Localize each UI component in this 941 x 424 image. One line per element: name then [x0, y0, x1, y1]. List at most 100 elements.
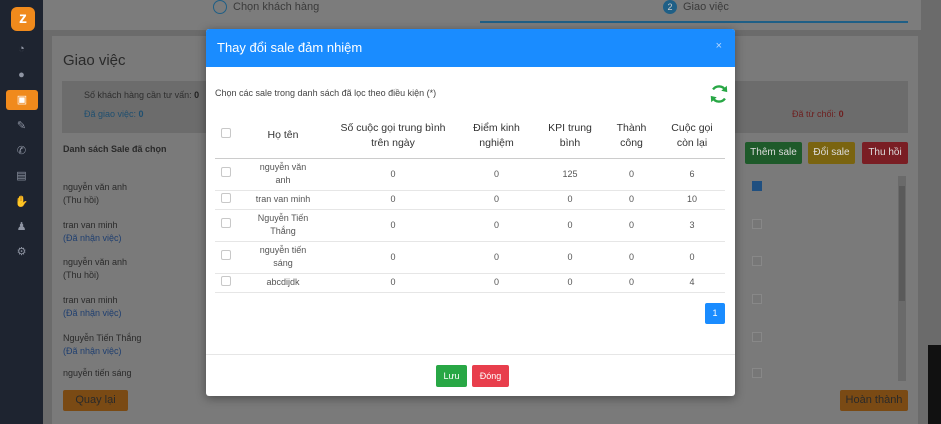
row-checkbox[interactable] [221, 250, 231, 260]
select-cell [215, 158, 237, 191]
cell-calls-per-day: 0 [329, 273, 457, 293]
list-item: tran van minh (Đã nhận việc) [63, 219, 122, 245]
cell-success: 0 [604, 209, 659, 242]
user-icon[interactable]: ● [0, 65, 43, 85]
sale-status[interactable]: (Thu hồi) [63, 269, 127, 282]
edit-icon[interactable]: ✎ [0, 116, 43, 136]
table-row[interactable]: tran van minh 0 0 0 0 10 [215, 190, 725, 210]
cell-success: 0 [604, 241, 659, 274]
close-icon[interactable]: × [716, 40, 722, 52]
save-button[interactable]: Lưu [436, 365, 467, 387]
column-header: Cuộc gọi còn lại [659, 114, 725, 159]
cell-kpi: 0 [536, 190, 604, 210]
cell-remaining: 6 [659, 158, 725, 191]
customers-stat: Số khách hàng cần tư vấn: 0 [84, 90, 200, 100]
cell-remaining: 10 [659, 190, 725, 210]
cell-success: 0 [604, 273, 659, 293]
sale-name: tran van minh [63, 220, 118, 230]
step-choose-customer[interactable]: Chọn khách hàng [213, 0, 319, 14]
row-checkbox[interactable] [752, 294, 762, 304]
cell-name: tran van minh [237, 190, 329, 210]
table-row[interactable]: Nguyễn Tiến Thắng 0 0 0 0 3 [215, 209, 725, 242]
sales-table: Họ tên Số cuộc gọi trung bình trên ngày … [215, 114, 725, 293]
row-checkbox[interactable] [221, 275, 231, 286]
users-icon[interactable]: ♟ [0, 217, 43, 237]
hand-icon[interactable]: ✋ [0, 192, 43, 212]
revoke-button[interactable]: Thu hồi [862, 142, 908, 164]
close-button[interactable]: Đóng [472, 365, 509, 387]
sale-status[interactable]: (Đã nhận việc) [63, 345, 141, 358]
gear-icon[interactable]: ⚙ [0, 242, 43, 262]
list-item: tran van minh (Đã nhận việc) [63, 294, 122, 320]
row-checkbox[interactable] [752, 219, 762, 229]
sidebar: z ◔ ● ▣ ✎ ✆ ▤ ✋ ♟ ⚙ [0, 0, 43, 424]
cell-name: Nguyễn Tiến Thắng [237, 209, 329, 242]
cell-remaining: 0 [659, 241, 725, 274]
table-row[interactable]: nguyễn văn anh 0 0 125 0 6 [215, 158, 725, 191]
table-row[interactable]: nguyễn tiến sáng 0 0 0 0 0 [215, 241, 725, 274]
cell-calls-per-day: 0 [329, 158, 457, 191]
list-item: nguyễn văn anh (Thu hồi) [63, 181, 127, 207]
cell-experience: 0 [457, 209, 536, 242]
rejected-stat: Đã từ chối: 0 [792, 109, 844, 119]
list-item: nguyễn văn anh (Thu hồi) [63, 256, 127, 282]
step-label: Chọn khách hàng [233, 0, 320, 13]
chart-icon[interactable]: ▤ [0, 166, 43, 186]
modal-footer-divider [206, 354, 735, 355]
stepper: Chọn khách hàng 2 Giao việc [43, 0, 921, 30]
row-checkbox[interactable] [221, 167, 231, 177]
change-sale-button[interactable]: Đổi sale [808, 142, 855, 164]
pagination-page-1[interactable]: 1 [705, 303, 725, 324]
list-item: Nguyễn Tiến Thắng (Đã nhận việc) [63, 332, 141, 358]
refresh-icon[interactable] [708, 83, 730, 105]
table-header-row: Họ tên Số cuộc gọi trung bình trên ngày … [215, 114, 725, 159]
briefcase-icon[interactable]: ▣ [6, 90, 38, 110]
check-icon [213, 0, 227, 14]
row-checkbox[interactable] [221, 192, 231, 203]
dashboard-icon[interactable]: ◔ [0, 39, 43, 59]
step-progress-line [480, 21, 908, 23]
cell-name: nguyễn văn anh [237, 158, 329, 191]
column-header: Số cuộc gọi trung bình trên ngày [329, 114, 457, 159]
finish-button[interactable]: Hoàn thành [840, 390, 908, 411]
cell-experience: 0 [457, 190, 536, 210]
add-sale-button[interactable]: Thêm sale [745, 142, 802, 164]
step-label: Giao việc [683, 1, 729, 13]
list-item: nguyễn tiến sáng [63, 367, 132, 380]
cell-experience: 0 [457, 158, 536, 191]
sale-name: Nguyễn Tiến Thắng [63, 333, 142, 343]
sale-status[interactable]: (Đã nhận việc) [63, 232, 122, 245]
cell-kpi: 125 [536, 158, 604, 191]
phone-icon[interactable]: ✆ [0, 141, 43, 161]
cell-calls-per-day: 0 [329, 209, 457, 242]
select-all-checkbox[interactable] [221, 128, 231, 139]
page-edge [928, 345, 941, 424]
change-sale-modal: Thay đổi sale đảm nhiệm × Chọn các sale … [206, 29, 735, 396]
cell-kpi: 0 [536, 273, 604, 293]
row-checkbox[interactable] [752, 332, 762, 342]
sale-status[interactable]: (Đã nhận việc) [63, 307, 122, 320]
cell-name: nguyễn tiến sáng [237, 241, 329, 274]
cell-kpi: 0 [536, 209, 604, 242]
cell-kpi: 0 [536, 241, 604, 274]
row-checkbox[interactable] [752, 256, 762, 266]
step-number: 2 [663, 0, 677, 14]
modal-title: Thay đổi sale đảm nhiệm [217, 40, 363, 55]
cell-calls-per-day: 0 [329, 241, 457, 274]
table-row[interactable]: abcdijdk 0 0 0 0 4 [215, 273, 725, 293]
modal-header: Thay đổi sale đảm nhiệm × [206, 29, 735, 67]
column-header: Điểm kinh nghiệm [457, 114, 536, 159]
row-checkbox[interactable] [221, 218, 231, 228]
step-assign[interactable]: 2 Giao việc [663, 0, 729, 14]
page-title: Giao việc [63, 52, 126, 69]
cell-success: 0 [604, 190, 659, 210]
app-logo[interactable]: z [11, 7, 35, 31]
sale-status[interactable]: (Thu hồi) [63, 194, 127, 207]
row-checkbox[interactable] [752, 368, 762, 378]
select-all-header [215, 114, 237, 159]
row-checkbox[interactable] [752, 181, 762, 191]
cell-remaining: 3 [659, 209, 725, 242]
scrollbar-thumb[interactable] [899, 186, 905, 301]
cell-success: 0 [604, 158, 659, 191]
back-button[interactable]: Quay lại [63, 390, 128, 411]
